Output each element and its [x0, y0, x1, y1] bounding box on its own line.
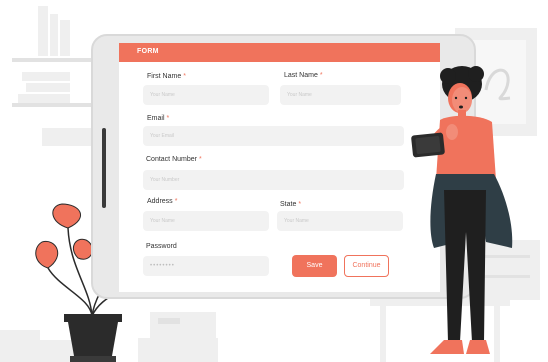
book-shape [50, 14, 58, 56]
first-name-label: First Name * [147, 73, 186, 80]
state-placeholder: Your Name [284, 218, 309, 224]
password-masked-value: •••••••• [150, 263, 175, 269]
first-name-placeholder: Your Name [150, 92, 175, 98]
address-label: Address * [147, 198, 177, 205]
form-title: FORM [137, 48, 159, 55]
required-mark: * [319, 72, 323, 79]
address-field[interactable]: Your Name [143, 211, 269, 231]
form-screen: FORM First Name * Your Name Last Name * Yo… [119, 43, 440, 292]
shelf-board [12, 103, 94, 107]
email-label-text: Email [147, 115, 165, 122]
tablet-side-button [102, 128, 106, 208]
state-field[interactable]: Your Name [277, 211, 403, 231]
book-shape [38, 6, 48, 56]
required-mark: * [174, 198, 178, 205]
bookshelf-illustration [12, 58, 94, 62]
book-stack-shape [22, 72, 70, 81]
table-leg [380, 306, 386, 362]
save-button[interactable]: Save [292, 255, 337, 277]
book-shape [60, 20, 70, 56]
book-stack-shape [26, 83, 70, 92]
state-label-text: State [280, 201, 297, 208]
contact-number-field[interactable]: Your Number [143, 170, 404, 190]
email-field[interactable]: Your Email [143, 126, 404, 146]
last-name-label: Last Name * [284, 72, 323, 79]
book-stack-shape [18, 94, 70, 103]
contact-number-label: Contact Number * [146, 156, 202, 163]
last-name-placeholder: Your Name [287, 92, 312, 98]
contact-number-label-text: Contact Number [146, 156, 197, 163]
email-label: Email * [147, 115, 169, 122]
password-field[interactable]: •••••••• [143, 256, 269, 276]
required-mark: * [166, 115, 170, 122]
state-label: State * [280, 201, 301, 208]
last-name-label-text: Last Name [284, 72, 318, 79]
person-with-tablet-illustration [411, 66, 513, 354]
first-name-label-text: First Name [147, 73, 182, 80]
first-name-field[interactable]: Your Name [143, 85, 269, 105]
email-placeholder: Your Email [150, 133, 174, 139]
password-label: Password [146, 243, 177, 250]
address-placeholder: Your Name [150, 218, 175, 224]
required-mark: * [198, 156, 202, 163]
box-label [158, 318, 180, 324]
book-stack-shape [42, 128, 94, 146]
form-header: FORM [119, 43, 440, 62]
continue-button[interactable]: Continue [344, 255, 389, 277]
address-label-text: Address [147, 198, 173, 205]
required-mark: * [298, 201, 302, 208]
last-name-field[interactable]: Your Name [280, 85, 401, 105]
required-mark: * [183, 73, 186, 80]
contact-number-placeholder: Your Number [150, 177, 180, 183]
password-label-text: Password [146, 243, 177, 250]
